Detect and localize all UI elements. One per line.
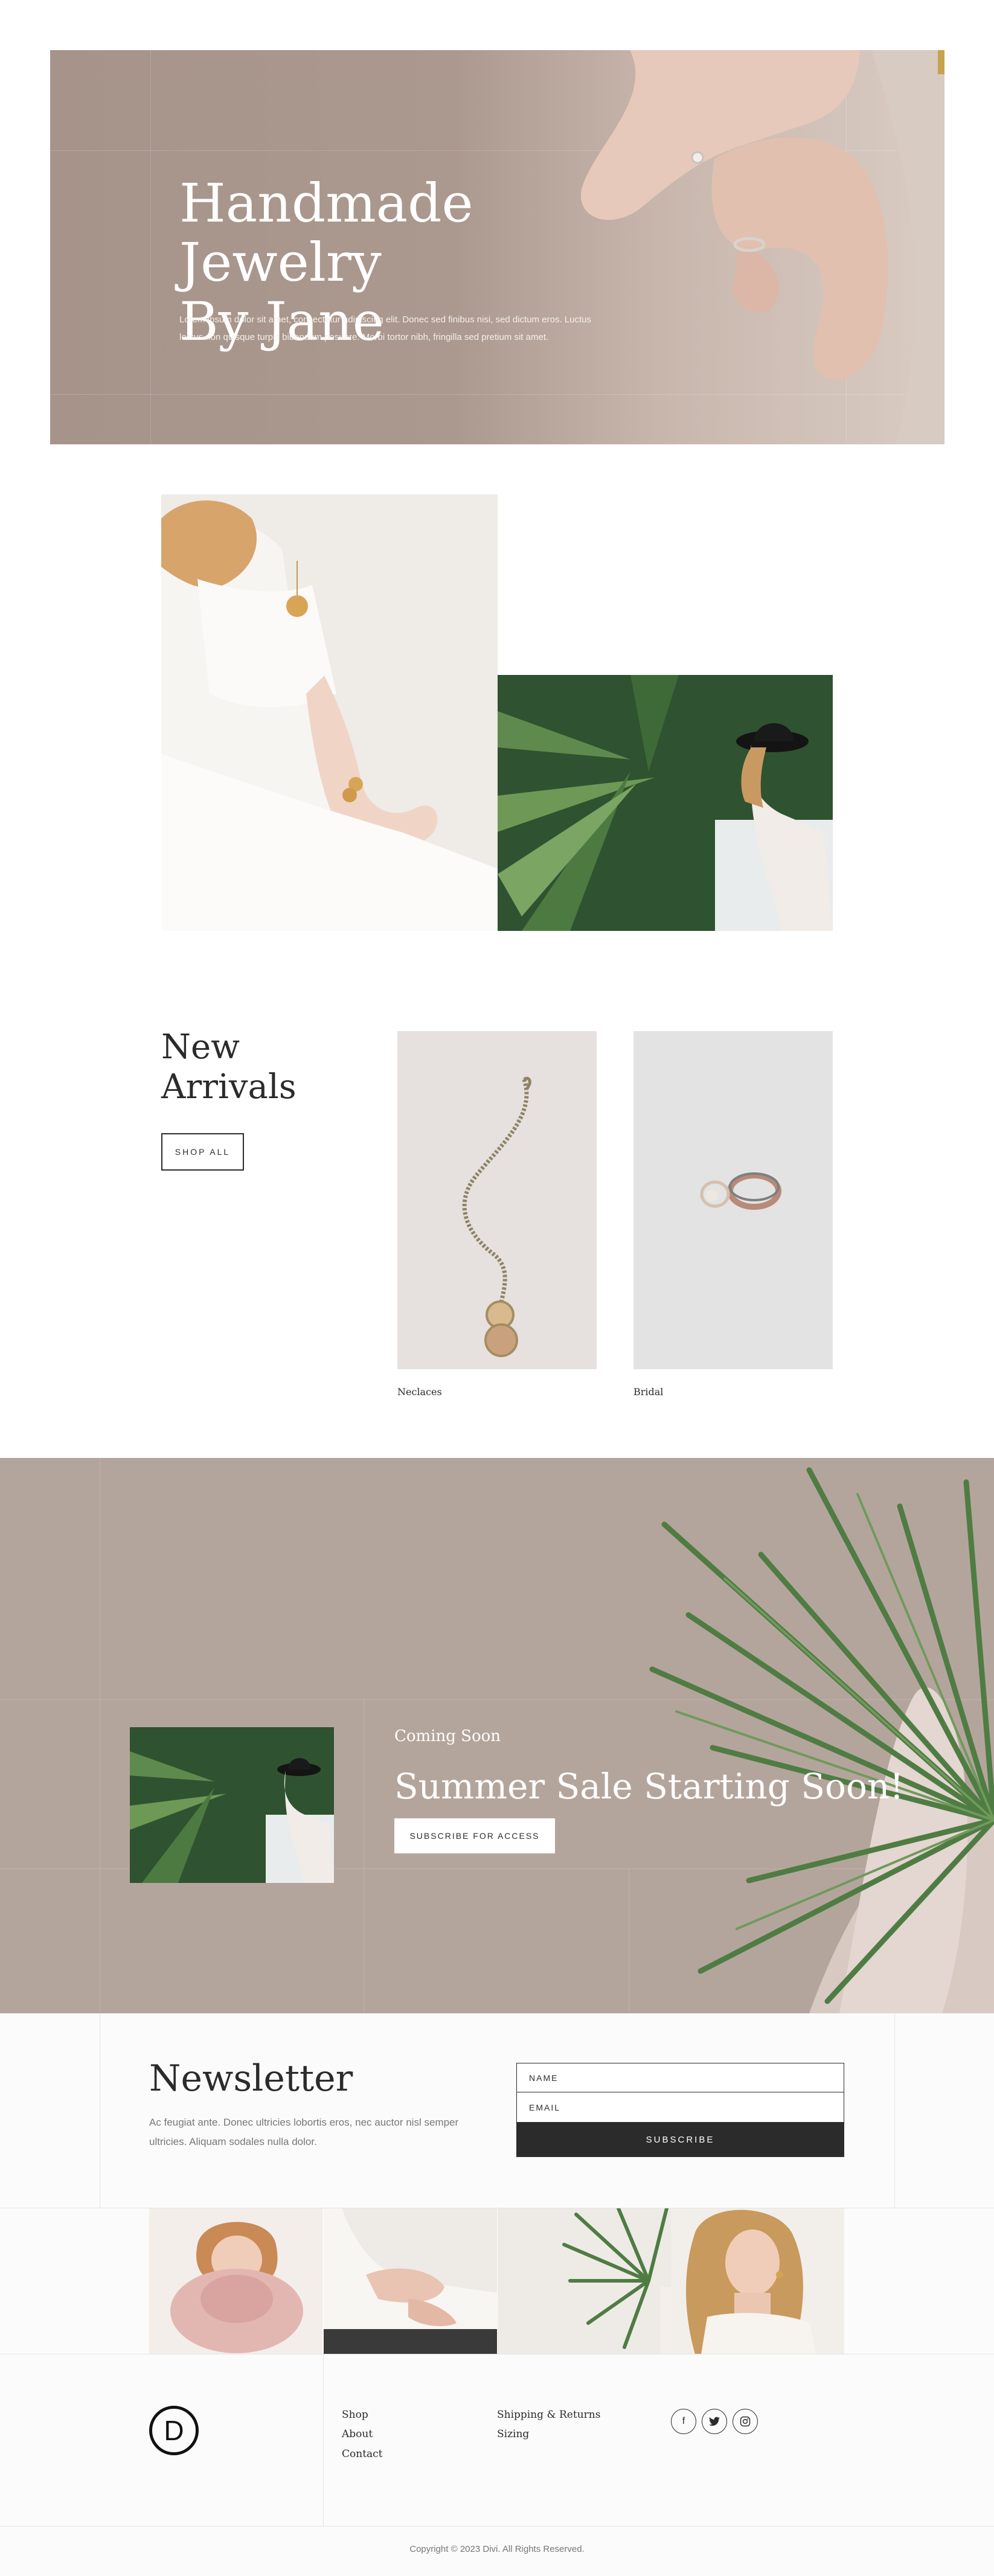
footer <box>0 2354 994 2576</box>
facebook-glyph: f <box>682 2416 685 2426</box>
product-label-necklaces[interactable]: Neclaces <box>397 1386 442 1398</box>
footer-link-about[interactable]: About <box>342 2428 373 2440</box>
new-arrivals-title: New Arrivals <box>161 1028 297 1107</box>
footer-link-sizing[interactable]: Sizing <box>497 2428 529 2440</box>
twitter-glyph <box>709 2417 720 2426</box>
footer-link-shipping-returns[interactable]: Shipping & Returns <box>497 2409 600 2421</box>
palm-fan-image <box>562 2208 671 2354</box>
palm-model-photo <box>498 675 833 931</box>
gallery-photo-hands <box>324 2208 497 2354</box>
product-label-bridal[interactable]: Bridal <box>633 1386 663 1398</box>
facebook-icon[interactable]: f <box>671 2409 696 2434</box>
twitter-icon[interactable] <box>702 2409 727 2434</box>
subscribe-for-access-button[interactable]: SUBSCRIBE FOR ACCESS <box>394 1818 555 1853</box>
new-arrivals-line1: New <box>161 1028 240 1067</box>
model-dress-photo <box>161 494 498 931</box>
newsletter-description: Ac feugiat ante. Donec ultricies loborti… <box>149 2117 459 2147</box>
gallery-photo-portrait <box>671 2208 844 2354</box>
grid-line <box>323 2354 324 2526</box>
footer-link-contact[interactable]: Contact <box>342 2448 383 2460</box>
instagram-icon[interactable] <box>733 2409 758 2434</box>
copyright-text: Copyright © 2023 Divi. All Rights Reserv… <box>409 2544 585 2554</box>
hero-description: Lorem ipsum dolor sit amet, consectetur … <box>179 315 591 342</box>
sale-title: Summer Sale Starting Soon! <box>394 1766 904 1807</box>
sale-subtitle: Coming Soon <box>394 1727 501 1745</box>
instagram-glyph <box>740 2416 751 2427</box>
footer-link-shop[interactable]: Shop <box>342 2409 368 2421</box>
gallery-photo-palm <box>498 2208 671 2354</box>
sale-thumbnail-photo <box>130 1727 334 1883</box>
hero-banner: Handmade Jewelry By Jane Lorem ipsum dol… <box>50 50 944 444</box>
palm-leaf-image <box>649 1467 994 2013</box>
model-dress-image <box>161 500 498 931</box>
necklace-image <box>462 1076 531 1357</box>
product-bridal-image[interactable] <box>633 1031 833 1369</box>
gallery-photo-hat <box>149 2208 322 2354</box>
newsletter-subscribe-button[interactable]: SUBSCRIBE <box>516 2123 844 2157</box>
sale-thumbnail-image <box>130 1727 334 1883</box>
palm-model-image <box>498 675 833 931</box>
woman-portrait-image <box>686 2210 816 2354</box>
newsletter-email-field[interactable]: EMAIL <box>516 2092 844 2123</box>
divi-logo[interactable]: D <box>149 2406 199 2455</box>
hero-title-line1: Handmade Jewelry <box>179 172 473 293</box>
logo-letter: D <box>164 2415 184 2446</box>
product-necklaces-image[interactable] <box>397 1031 597 1369</box>
shop-all-button[interactable]: SHOP ALL <box>161 1133 244 1171</box>
woman-pink-hat-image <box>170 2222 303 2353</box>
new-arrivals-line2: Arrivals <box>161 1067 297 1107</box>
newsletter-name-field[interactable]: NAME <box>516 2063 844 2092</box>
newsletter-title: Newsletter <box>149 2057 353 2100</box>
rings-image <box>700 1172 781 1210</box>
newsletter-section <box>0 2013 994 2208</box>
hands-rings-image <box>324 2208 497 2354</box>
